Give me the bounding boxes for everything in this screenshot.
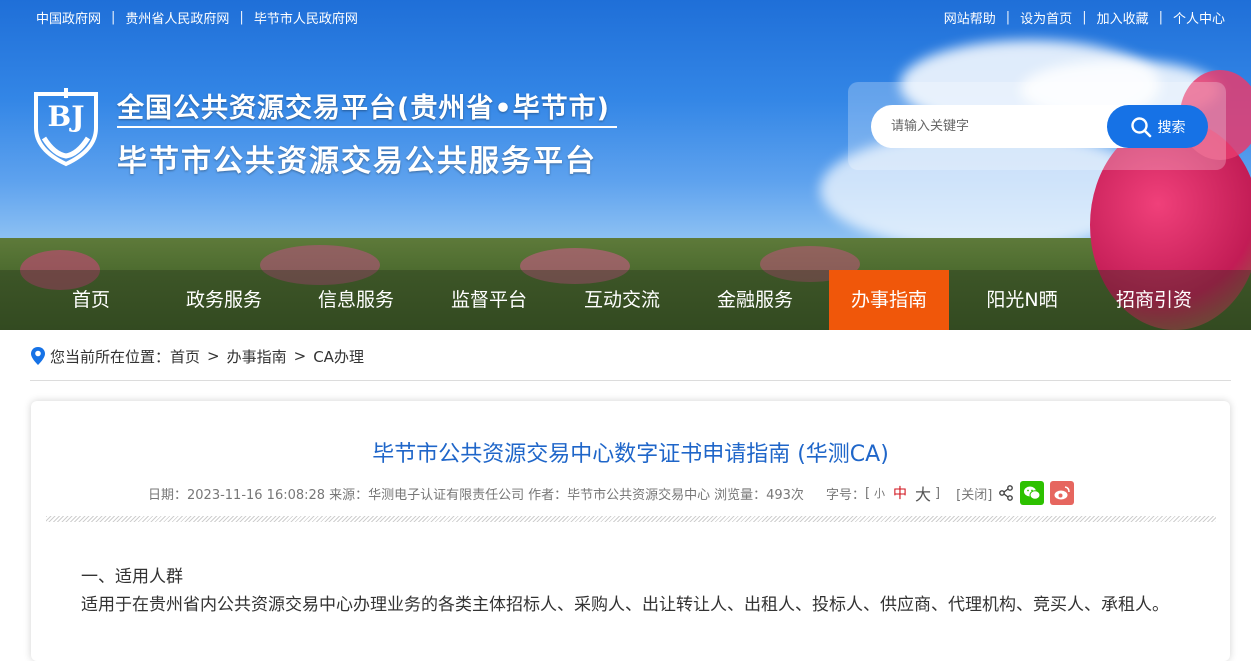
main-nav: 首页 政务服务 信息服务 监督平台 互动交流 金融服务 办事指南 阳光N晒 招商… [0,270,1251,330]
close-page-button[interactable]: [关闭] [956,484,992,503]
article-meta: 日期：2023-11-16 16:08:28 来源：华测电子认证有限责任公司 作… [148,481,1075,505]
top-link-province[interactable]: 贵州省人民政府网 [125,8,229,27]
top-link-separator: | [239,10,244,25]
top-link-favorite[interactable]: 加入收藏 [1097,8,1149,27]
top-link-help[interactable]: 网站帮助 [944,8,996,27]
meta-divider [46,516,1216,522]
search-icon [1130,116,1151,137]
site-title-line2: 毕节市公共资源交易公共服务平台 [117,144,597,179]
nav-item-interaction[interactable]: 互动交流 [566,270,678,330]
meta-views: 浏览量：493次 [714,487,804,503]
search-button[interactable]: 搜索 [1107,105,1208,148]
meta-author: 作者：毕节市公共资源交易中心 [528,487,711,503]
top-links-left: 中国政府网 | 贵州省人民政府网 | 毕节市人民政府网 [36,8,358,27]
article-title: 毕节市公共资源交易中心数字证书申请指南 (华测CA) [372,442,889,467]
search-button-label: 搜索 [1157,119,1186,136]
top-link-separator: | [1005,10,1011,25]
nav-item-government-services[interactable]: 政务服务 [168,270,280,330]
article-paragraph: 一、适用人群 [81,567,183,587]
location-pin-icon [31,347,45,365]
weibo-share-button[interactable] [1050,481,1075,505]
font-size-bracket-open: [ [864,485,871,501]
site-logo-icon: BJ [30,84,102,170]
breadcrumb-prefix: 您当前所在位置： [50,347,171,366]
top-link-user-center[interactable]: 个人中心 [1173,8,1225,27]
top-link-separator: | [111,10,116,25]
breadcrumb-item-guide[interactable]: 办事指南 [227,346,287,367]
breadcrumb-separator: > [293,347,307,365]
nav-item-information-services[interactable]: 信息服务 [300,270,412,330]
font-size-large-button[interactable]: 大 [915,481,931,505]
meta-date: 日期：2023-11-16 16:08:28 [148,487,326,503]
breadcrumb-divider [30,380,1231,381]
title-divider [117,126,617,128]
site-title-line1: 全国公共资源交易平台(贵州省•毕节市) [117,93,610,124]
breadcrumb-separator: > [207,347,220,365]
nav-item-home[interactable]: 首页 [40,270,142,330]
share-icon[interactable] [998,485,1014,501]
nav-item-sunshine[interactable]: 阳光N晒 [966,270,1078,330]
nav-item-investment[interactable]: 招商引资 [1098,270,1210,330]
font-size-medium-button[interactable]: 中 [893,483,907,503]
article-body: 一、适用人群 适用于在贵州省内公共资源交易中心办理业务的各类主体招标人、采购人、… [47,563,1207,619]
logo-text: BJ [48,100,85,133]
meta-source: 来源：华测电子认证有限责任公司 [329,487,525,503]
font-size-bracket-close: ] [935,485,941,501]
font-size-label: 字号： [825,487,865,503]
search-input[interactable] [871,105,1131,148]
breadcrumb-item-home[interactable]: 首页 [170,346,200,367]
top-link-city[interactable]: 毕节市人民政府网 [254,8,358,27]
wechat-share-button[interactable] [1020,481,1045,505]
weibo-icon [1054,486,1071,500]
top-links-right: 网站帮助 | 设为首页 | 加入收藏 | 个人中心 [944,8,1225,27]
nav-item-guide[interactable]: 办事指南 [829,270,949,330]
top-links-bar: 中国政府网 | 贵州省人民政府网 | 毕节市人民政府网 网站帮助 | 设为首页 … [0,8,1251,27]
top-link-gov[interactable]: 中国政府网 [36,8,101,27]
top-link-set-home[interactable]: 设为首页 [1020,8,1072,27]
wechat-icon [1024,486,1041,500]
article-paragraph: 适用于在贵州省内公共资源交易中心办理业务的各类主体招标人、采购人、出让转让人、出… [81,595,1169,615]
top-link-separator: | [1158,10,1163,25]
nav-item-finance[interactable]: 金融服务 [699,270,811,330]
breadcrumb-item-ca[interactable]: CA办理 [313,346,364,367]
breadcrumb: 您当前所在位置： 首页 > 办事指南 > CA办理 [30,346,364,366]
nav-item-supervision[interactable]: 监督平台 [433,270,545,330]
font-size-small-button[interactable]: 小 [874,485,885,501]
top-link-separator: | [1082,10,1087,25]
